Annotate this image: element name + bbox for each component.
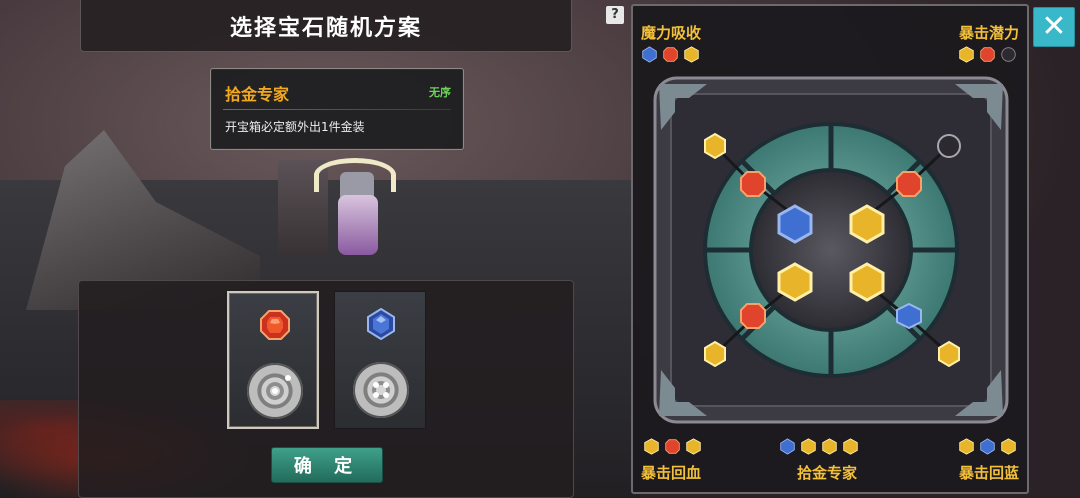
- plan-description: 开宝箱必定额外出1件金装: [225, 120, 365, 134]
- combo-gems-top-right: [958, 46, 1017, 63]
- dial-dot: [373, 392, 379, 398]
- divider: [223, 109, 451, 110]
- combo-label-bottom-left: 暴击回血: [641, 464, 702, 482]
- gold-gem-icon: [1001, 438, 1016, 455]
- combo-gems-bottom-center: [779, 438, 859, 455]
- combo-gems-bottom-right: [958, 438, 1017, 455]
- player-character: [278, 150, 410, 280]
- blue-gem-icon: [980, 438, 995, 455]
- blue-gem-icon: [642, 46, 657, 63]
- gold-gem-icon: [644, 438, 659, 455]
- gold-gem-icon: [959, 46, 974, 63]
- gold-gem-icon: [801, 438, 816, 455]
- gold-gem-icon: [822, 438, 837, 455]
- blue-gem-icon: [780, 438, 795, 455]
- gem-board-panel: 魔力吸收 暴击潜力 暴击回血 拾金专家 暴击回蓝: [631, 4, 1029, 494]
- dial-four-dot-icon: [353, 362, 409, 418]
- character-body: [338, 195, 378, 255]
- dial-dot: [373, 382, 379, 388]
- black-gem-icon: [1001, 47, 1016, 62]
- gold-gem-icon: [684, 46, 699, 63]
- dial-dot: [272, 388, 278, 394]
- dial-dot: [285, 375, 291, 381]
- gold-gem-icon: [843, 438, 858, 455]
- combo-label-bottom-center: 拾金专家: [797, 464, 858, 482]
- help-icon[interactable]: ?: [606, 6, 624, 24]
- confirm-button[interactable]: 确 定: [271, 447, 383, 483]
- plan-tooltip: 拾金专家 无序 开宝箱必定额外出1件金装: [210, 68, 464, 150]
- dial-dot: [383, 392, 389, 398]
- close-button[interactable]: ✕: [1033, 7, 1075, 47]
- red-gem-icon: [663, 47, 678, 62]
- combo-gems-top-left: [641, 46, 700, 63]
- gem-selection-panel: 确 定: [78, 280, 574, 498]
- red-gem-icon: [260, 310, 290, 340]
- board-gem: [704, 132, 726, 160]
- blue-gem-icon: [367, 308, 395, 340]
- gem-slot-red[interactable]: [227, 291, 319, 429]
- combo-gems-bottom-left: [643, 438, 702, 455]
- red-gem-icon: [980, 47, 995, 62]
- gold-gem-icon: [959, 438, 974, 455]
- gold-gem-icon: [686, 438, 701, 455]
- combo-label-bottom-right: 暴击回蓝: [958, 464, 1019, 482]
- gem-board: [653, 76, 1009, 424]
- page-title: 选择宝石随机方案: [80, 0, 572, 52]
- combo-label-top-left: 魔力吸收: [641, 24, 702, 42]
- plan-name: 拾金专家: [225, 85, 290, 104]
- combo-label-top-right: 暴击潜力: [958, 24, 1019, 42]
- gem-slot-blue[interactable]: [334, 291, 426, 429]
- plan-tag: 无序: [429, 86, 451, 99]
- dial-three-dot-icon: [247, 363, 303, 419]
- dial-dot: [383, 382, 389, 388]
- red-gem-icon: [665, 439, 680, 454]
